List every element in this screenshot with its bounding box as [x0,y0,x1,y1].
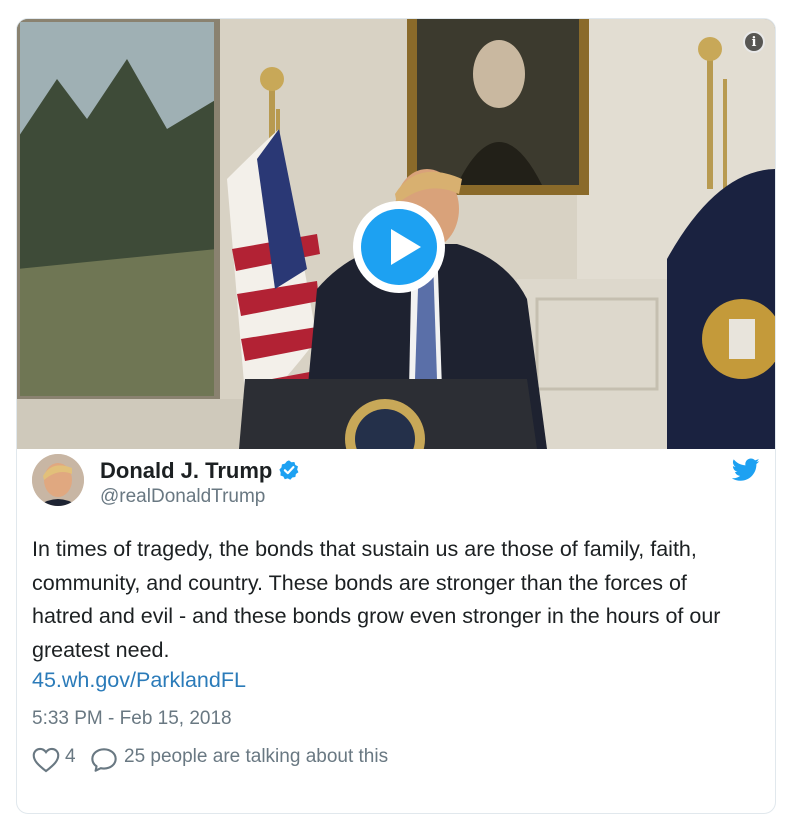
like-count: 4 [65,746,76,767]
display-name[interactable]: Donald J. Trump [100,458,300,484]
heart-icon [32,747,60,773]
conversation-text: 25 people are talking about this [124,746,389,767]
timestamp[interactable]: 5:33 PM - Feb 15, 2018 [32,708,232,730]
verified-badge-icon [279,460,299,480]
play-button[interactable] [353,201,445,293]
tweet-header: Donald J. Trump @realDonaldTrump [32,452,762,508]
play-icon [361,209,437,285]
tweet-text: In times of tragedy, the bonds that sust… [32,537,721,662]
tweet-link[interactable]: 45.wh.gov/ParklandFL [32,668,246,693]
avatar-image [32,454,84,506]
avatar[interactable] [32,454,84,506]
speech-bubble-icon [91,748,117,772]
info-icon[interactable]: i [743,31,765,53]
user-handle[interactable]: @realDonaldTrump [100,486,265,508]
tweet-card[interactable]: i [16,18,776,814]
twitter-bird-icon[interactable] [732,458,760,482]
video-media[interactable]: i [17,19,775,449]
